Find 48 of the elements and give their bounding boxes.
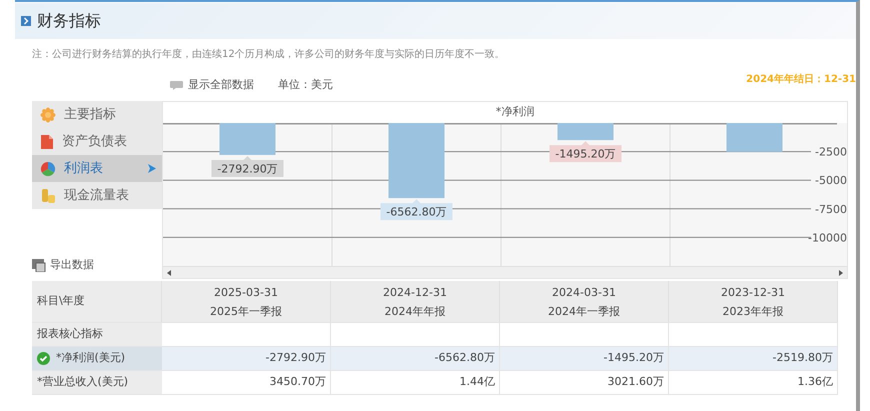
row-label: 报表核心指标 (32, 322, 162, 346)
year-end-label: 2024年年结日：12-31 (746, 72, 856, 86)
value-tooltip: -2792.90万 (212, 156, 284, 177)
comment-icon (170, 80, 183, 90)
chevron-icon (21, 16, 31, 26)
arrow-right-icon (148, 164, 156, 173)
table-header-cell: 2024-03-31 2024年一季报 (500, 281, 669, 322)
sidebar-item[interactable]: 资产负债表 (32, 128, 162, 155)
bar (220, 123, 276, 155)
document-icon (40, 134, 54, 150)
horizontal-scrollbar[interactable] (163, 266, 847, 278)
export-data-button[interactable]: 导出数据 (32, 256, 162, 273)
note-text: 注：公司进行财务结算的执行年度，由连续12个历月构成，许多公司的财务年度与实际的日历年度不一致。 (32, 48, 505, 62)
unit-label: 单位：美元 (278, 76, 333, 93)
axis-label: -2500 (815, 146, 847, 159)
bar (558, 123, 614, 140)
table-cell: 1.36亿 (669, 370, 838, 394)
export-icon (32, 258, 46, 272)
coins-icon (40, 188, 56, 204)
sidebar-item[interactable]: 利润表 (32, 155, 162, 182)
sidebar-item[interactable]: 主要指标 (32, 101, 162, 128)
row-label: *营业总收入(美元) (32, 370, 162, 394)
table-cell: -6562.80万 (331, 346, 500, 370)
table-cell: 3450.70万 (162, 370, 331, 394)
table-header-cell: 2025-03-31 2025年一季报 (162, 281, 331, 322)
table-cell: -2519.80万 (669, 346, 838, 370)
bar (726, 123, 782, 152)
table-cell: -1495.20万 (500, 346, 669, 370)
table-header-cell: 2023-12-31 2023年年报 (669, 281, 838, 322)
section-title: 财务指标 (37, 10, 101, 32)
axis-label: -10000 (808, 231, 847, 244)
value-tooltip: -1495.20万 (550, 141, 622, 162)
row-label: *净利润(美元) (32, 346, 162, 370)
table-cell: -2792.90万 (162, 346, 331, 370)
flower-icon (40, 106, 56, 122)
axis-label: -5000 (815, 174, 847, 188)
show-all-data-button[interactable]: 显示全部数据 (170, 76, 254, 94)
table-cell: 3021.60万 (500, 370, 669, 394)
sidebar-item[interactable]: 现金流量表 (32, 182, 162, 209)
scroll-right-icon[interactable] (839, 270, 843, 276)
value-tooltip: -6562.80万 (380, 199, 452, 220)
axis-label: -7500 (815, 202, 847, 216)
table-header-cell: 2024-12-31 2024年年报 (331, 281, 500, 322)
scroll-left-icon[interactable] (167, 270, 171, 276)
table-header-cell: 科目\年度 (32, 281, 162, 322)
chart-title: *净利润 (494, 104, 534, 120)
table-cell: 1.44亿 (331, 370, 500, 394)
pie-chart-icon (40, 160, 56, 176)
